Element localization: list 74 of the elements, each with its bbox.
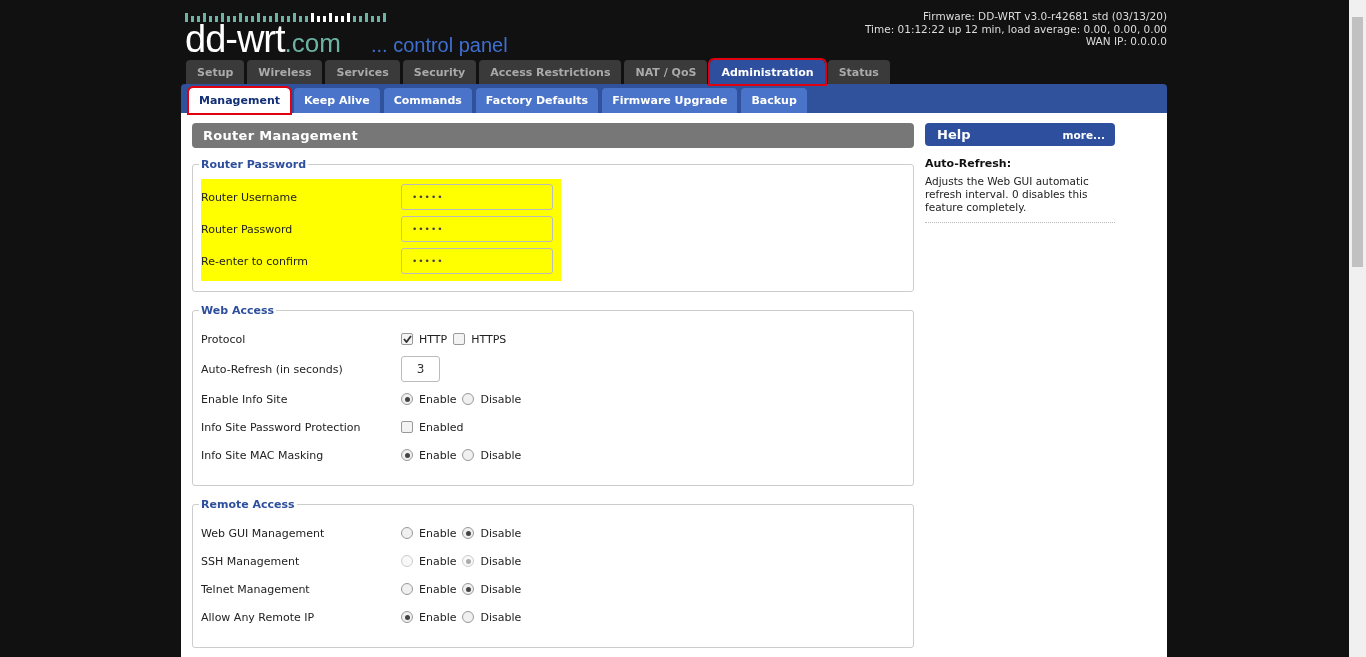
setting-label: Auto-Refresh (in seconds): [201, 362, 344, 376]
setting-label: Router Username: [201, 190, 299, 204]
scrollbar[interactable]: [1349, 0, 1366, 657]
setting-label: Telnet Management: [201, 582, 311, 596]
option-label: Disable: [480, 448, 522, 462]
option-label: Disable: [480, 526, 522, 540]
password-field[interactable]: •••••: [401, 216, 553, 242]
radio-button[interactable]: [401, 393, 413, 405]
more-link[interactable]: more...: [1062, 128, 1105, 141]
radio-button[interactable]: [401, 449, 413, 461]
router-info-text: Time: 01:12:22 up 12 min, load average: 0.00, 0.00, 0.00: [864, 22, 1167, 35]
main-tab[interactable]: Wireless: [247, 60, 323, 84]
setting-label: Info Site Password Protection: [201, 420, 362, 434]
help-text: Adjusts the Web GUI automatic refresh interval. 0 disables this feature completely.: [925, 175, 1115, 223]
radio-button[interactable]: [401, 611, 413, 623]
password-field[interactable]: •••••: [401, 248, 553, 274]
group-legend: Router Password: [199, 158, 309, 171]
main-tab[interactable]: NAT / QoS: [624, 60, 708, 84]
main-tab[interactable]: Security: [402, 60, 477, 84]
sub-tab[interactable]: Factory Defaults: [475, 88, 599, 113]
option-label: Disable: [480, 554, 522, 568]
checkbox[interactable]: [401, 333, 413, 345]
main-tab[interactable]: Status: [827, 60, 890, 84]
main-tab[interactable]: Setup: [186, 60, 245, 84]
setting-label: Protocol: [201, 332, 247, 346]
radio-button[interactable]: [462, 611, 475, 623]
setting-label: Re-enter to confirm: [201, 254, 309, 268]
option-label: Disable: [480, 392, 522, 406]
sub-tab[interactable]: Management: [189, 88, 290, 113]
option-label: Disable: [480, 610, 522, 624]
main-tab[interactable]: Services: [325, 60, 400, 84]
logo-tagline: ... control panel: [370, 34, 508, 57]
radio-button[interactable]: [462, 449, 475, 461]
option-label: Enable: [419, 610, 457, 624]
setting-label: SSH Management: [201, 554, 301, 568]
router-info-text: WAN IP: 0.0.0.0: [1085, 35, 1167, 48]
option-label: Disable: [480, 582, 522, 596]
radio-button[interactable]: [462, 393, 475, 405]
radio-button[interactable]: [462, 583, 475, 595]
option-label: Enable: [419, 582, 457, 596]
setting-label: Info Site MAC Masking: [201, 448, 325, 462]
setting-label: Web GUI Management: [201, 526, 326, 540]
radio-button[interactable]: [401, 527, 413, 539]
group-legend: Web Access: [199, 304, 276, 317]
setting-label: Router Password: [201, 222, 294, 236]
number-field[interactable]: 3: [401, 356, 440, 382]
logo-domain: .com: [284, 28, 341, 59]
checkbox[interactable]: [453, 333, 466, 345]
sub-tab[interactable]: Backup: [741, 88, 807, 113]
sub-tab[interactable]: Commands: [383, 88, 472, 113]
group-legend: Remote Access: [199, 498, 297, 511]
router-info-text: Firmware: DD-WRT v3.0-r42681 std (03/13/20): [923, 10, 1167, 23]
option-label: Enable: [419, 554, 457, 568]
help-heading: Auto-Refresh:: [925, 157, 1013, 170]
option-label: HTTP: [419, 332, 448, 346]
scrollbar-thumb[interactable]: [1352, 17, 1363, 267]
section-title: Router Management: [192, 123, 914, 148]
sub-tab[interactable]: Firmware Upgrade: [602, 88, 738, 113]
setting-label: Enable Info Site: [201, 392, 289, 406]
option-label: HTTPS: [471, 332, 507, 346]
radio-button[interactable]: [462, 527, 475, 539]
option-label: Enable: [419, 526, 457, 540]
sub-tab[interactable]: Keep Alive: [294, 88, 380, 113]
password-field[interactable]: •••••: [401, 184, 553, 210]
option-label: Enable: [419, 392, 457, 406]
main-tab[interactable]: Access Restrictions: [479, 60, 622, 84]
option-label: Enabled: [419, 420, 464, 434]
setting-label: Allow Any Remote IP: [201, 610, 316, 624]
radio-button[interactable]: [401, 583, 413, 595]
logo-text: dd-wrt: [185, 18, 285, 60]
help-title: Help: [937, 127, 971, 142]
main-tab[interactable]: Administration: [710, 60, 825, 84]
checkbox[interactable]: [401, 421, 413, 433]
option-label: Enable: [419, 448, 457, 462]
